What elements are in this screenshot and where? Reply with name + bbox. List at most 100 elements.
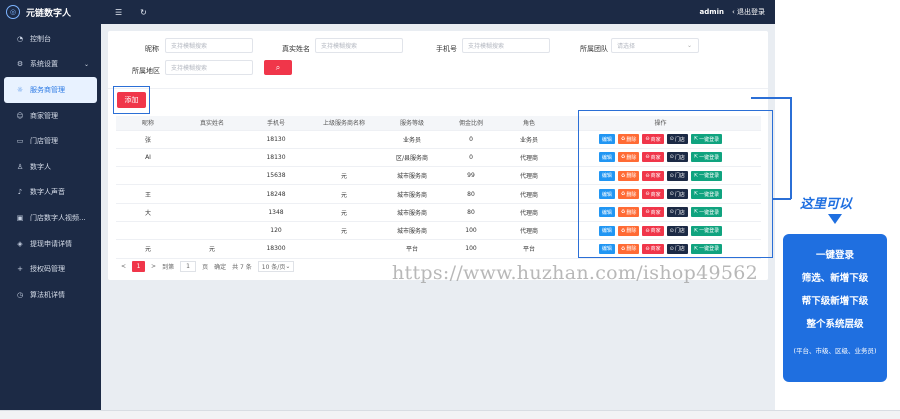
filter-bar: 昵称 支持模糊搜索 真实姓名 支持模糊搜索 手机号 支持模糊搜索 所属团队 请选… bbox=[108, 31, 768, 83]
page-label: 页 bbox=[202, 264, 209, 271]
dashboard-icon: ◔ bbox=[16, 34, 24, 43]
arrow-down-icon bbox=[828, 214, 842, 224]
goto-confirm-button[interactable]: 确定 bbox=[214, 262, 226, 271]
cell-level: 业务员 bbox=[380, 130, 444, 149]
sidebar-item-withdraw[interactable]: ◈ 提现申请详情 bbox=[0, 231, 101, 257]
cell-parent: 元 bbox=[308, 203, 380, 222]
clock-icon: ◷ bbox=[16, 290, 24, 299]
cell-nickname: 王 bbox=[116, 184, 180, 204]
sidebar-item-voice[interactable]: ♪ 数字人声音 bbox=[0, 180, 101, 206]
gear-icon: ⚙ bbox=[16, 60, 24, 69]
refresh-icon[interactable]: ↻ bbox=[140, 8, 147, 17]
cell-level: 城市服务商 bbox=[380, 166, 444, 186]
feature-note: (平台、市级、区级、业务员) bbox=[793, 347, 877, 355]
sidebar-item-system-settings[interactable]: ⚙ 系统设置 ⌄ bbox=[0, 52, 101, 78]
cell-parent bbox=[308, 130, 380, 149]
bottom-scrollbar[interactable] bbox=[0, 410, 900, 419]
header-level: 服务等级 bbox=[380, 116, 444, 131]
feature-line: 整个系统层级 bbox=[806, 319, 864, 330]
sidebar-item-dashboard[interactable]: ◔ 控制台 bbox=[0, 26, 101, 52]
region-input[interactable]: 支持模糊搜索 bbox=[165, 60, 253, 75]
cell-ratio: 100 bbox=[444, 239, 498, 259]
cell-role: 代理商 bbox=[498, 203, 560, 222]
sidebar-item-store[interactable]: ▭ 门店管理 bbox=[0, 128, 101, 154]
watermark: https://www.huzhan.com/ishop49562 bbox=[392, 262, 759, 284]
feature-line: 筛选、新增下级 bbox=[801, 273, 869, 284]
username: admin bbox=[699, 8, 724, 16]
callout-text: 这里可以 bbox=[800, 197, 853, 212]
team-select[interactable]: 请选择 ⌄ bbox=[611, 38, 699, 53]
cell-nickname: AI bbox=[116, 148, 180, 168]
cell-level: 城市服务商 bbox=[380, 203, 444, 222]
brand: ◎ 元链数字人 bbox=[0, 0, 101, 24]
cell-nickname bbox=[116, 166, 180, 186]
chevron-down-icon: ⌄ bbox=[83, 60, 89, 68]
prev-page-button[interactable]: < bbox=[121, 263, 126, 270]
team-label: 所属团队 bbox=[580, 45, 608, 53]
cell-ratio: 99 bbox=[444, 166, 498, 186]
cell-phone: 18248 bbox=[244, 184, 308, 204]
header-parent: 上级服务商名称 bbox=[308, 116, 380, 131]
cell-phone: 18130 bbox=[244, 148, 308, 168]
cell-phone: 120 bbox=[244, 221, 308, 241]
person-icon: ♙ bbox=[16, 162, 24, 171]
cell-realname bbox=[180, 166, 244, 186]
sidebar-item-digital-human[interactable]: ♙ 数字人 bbox=[0, 154, 101, 180]
header-nickname: 昵称 bbox=[116, 116, 180, 131]
next-page-button[interactable]: > bbox=[151, 263, 156, 270]
cell-realname bbox=[180, 203, 244, 222]
realname-label: 真实姓名 bbox=[282, 45, 310, 53]
cell-role: 代理商 bbox=[498, 184, 560, 204]
user-area: admin ‹ 退出登录 bbox=[700, 7, 765, 17]
total-count: 共 7 条 bbox=[232, 264, 252, 271]
sidebar-item-service-provider[interactable]: ☼ 服务商管理 bbox=[4, 77, 97, 103]
feature-line: 一键登录 bbox=[815, 250, 854, 261]
sidebar-nav: ◔ 控制台 ⚙ 系统设置 ⌄ ☼ 服务商管理 ☺ 商家管理 ▭ 门店管理 ♙ 数字人 ♪ 数字人… bbox=[0, 26, 101, 308]
connector-line-bottom bbox=[773, 198, 791, 200]
cell-realname bbox=[180, 148, 244, 168]
cell-role: 代理商 bbox=[498, 166, 560, 186]
menu-toggle-icon[interactable]: ☰ bbox=[115, 8, 122, 17]
feature-callout-box: 一键登录 筛选、新增下级 帮下级新增下级 整个系统层级 (平台、市级、区级、业务… bbox=[783, 234, 887, 382]
pagination: < 1 > 到第 1 页 确定 共 7 条 10 条/页 ⌄ bbox=[121, 261, 295, 272]
goto-page-input[interactable]: 1 bbox=[180, 261, 197, 272]
cell-ratio: 0 bbox=[444, 130, 498, 149]
cell-role: 业务员 bbox=[498, 130, 560, 149]
music-icon: ♪ bbox=[17, 188, 23, 197]
video-icon: ▣ bbox=[16, 213, 24, 222]
sidebar: ◎ 元链数字人 ◔ 控制台 ⚙ 系统设置 ⌄ ☼ 服务商管理 ☺ 商家管理 ▭ 门店管理 ♙… bbox=[0, 0, 101, 410]
sidebar-item-algorithm[interactable]: ◷ 算法机详情 bbox=[0, 282, 101, 308]
connector-line bbox=[751, 97, 791, 99]
sidebar-item-auth-code[interactable]: + 授权码管理 bbox=[0, 256, 101, 282]
cell-parent bbox=[308, 239, 380, 259]
realname-input[interactable]: 支持模糊搜索 bbox=[315, 38, 403, 53]
phone-label: 手机号 bbox=[436, 45, 457, 53]
goto-label: 到第 bbox=[162, 264, 175, 271]
cell-level: 城市服务商 bbox=[380, 221, 444, 241]
sidebar-item-merchant[interactable]: ☺ 商家管理 bbox=[0, 103, 101, 129]
cell-level: 城市服务商 bbox=[380, 184, 444, 204]
header-realname: 真实姓名 bbox=[180, 116, 244, 131]
phone-input[interactable]: 支持模糊搜索 bbox=[462, 38, 550, 53]
cell-phone: 15638 bbox=[244, 166, 308, 186]
nickname-input[interactable]: 支持模糊搜索 bbox=[165, 38, 253, 53]
sidebar-item-store-video[interactable]: ▣ 门店数字人视频... bbox=[0, 205, 101, 231]
chevron-down-icon: ⌄ bbox=[285, 263, 291, 270]
search-button[interactable]: ⌕ bbox=[264, 60, 292, 75]
smile-icon: ☺ bbox=[16, 111, 24, 120]
cell-phone: 18130 bbox=[244, 130, 308, 149]
cell-role: 平台 bbox=[498, 239, 560, 259]
cell-level: 区/县服务商 bbox=[380, 148, 444, 168]
logout-link[interactable]: ‹ 退出登录 bbox=[732, 7, 765, 17]
actions-highlight bbox=[578, 110, 773, 258]
page-size-select[interactable]: 10 条/页 ⌄ bbox=[257, 261, 295, 272]
cell-realname bbox=[180, 221, 244, 241]
add-button[interactable]: 添加 bbox=[117, 92, 146, 108]
cell-phone: 18300 bbox=[244, 239, 308, 259]
globe-logo-icon: ◎ bbox=[6, 5, 20, 19]
cell-phone: 1348 bbox=[244, 203, 308, 222]
header-phone: 手机号 bbox=[244, 116, 308, 131]
cell-nickname: 大 bbox=[116, 203, 180, 222]
page-1-button[interactable]: 1 bbox=[132, 261, 146, 272]
cell-level: 平台 bbox=[380, 239, 444, 259]
